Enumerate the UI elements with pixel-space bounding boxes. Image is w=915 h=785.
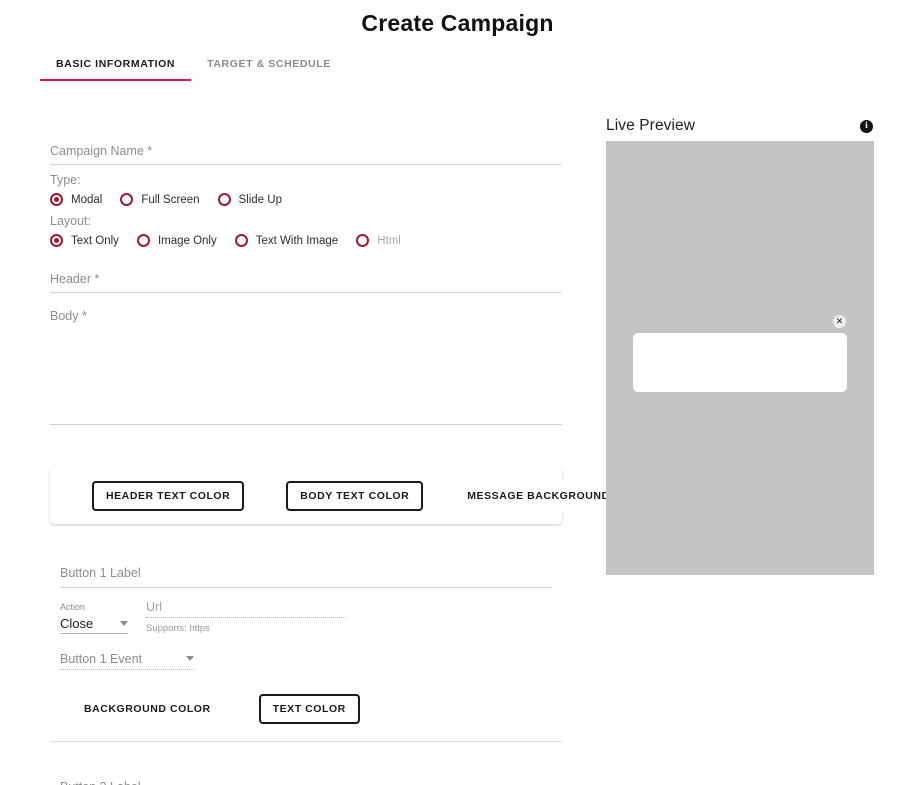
radio-empty-icon [136, 234, 150, 247]
campaign-form-column: BASIC INFORMATION TARGET & SCHEDULE Camp… [0, 36, 668, 785]
body-placeholder: Body * [50, 309, 87, 323]
button-1-url-hint: Supports: https [146, 623, 210, 634]
header-text-color-button[interactable]: HEADER TEXT COLOR [92, 480, 245, 511]
layout-radio-text-with-image-label: Text With Image [255, 234, 339, 247]
button-1-color-row: BACKGROUND COLOR TEXT COLOR [60, 694, 552, 724]
campaign-name-input[interactable]: Campaign Name * [50, 141, 562, 165]
button-1-action-row: Action Close Url Supports: https [60, 597, 552, 634]
layout-group-label: Layout: [50, 214, 92, 228]
tab-bar: BASIC INFORMATION TARGET & SCHEDULE [40, 58, 347, 81]
layout-radio-group: Text Only Image Only Text With Image Htm… [50, 234, 562, 247]
preview-modal-card [633, 333, 847, 392]
tab-basic-information[interactable]: BASIC INFORMATION [40, 58, 192, 81]
layout-radio-text-only[interactable]: Text Only [50, 234, 119, 247]
button-1-text-color-button[interactable]: TEXT COLOR [258, 694, 360, 724]
campaign-name-placeholder: Campaign Name * [50, 144, 153, 158]
radio-empty-icon [356, 234, 370, 247]
button-1-action-value: Close [60, 615, 94, 631]
button-1-action-label: Action [60, 602, 86, 612]
radio-filled-icon [50, 193, 63, 206]
layout-radio-image-only[interactable]: Image Only [136, 234, 217, 247]
type-radio-modal[interactable]: Modal [50, 193, 102, 206]
live-preview-stage: ✕ [606, 141, 874, 575]
tab-target-and-schedule[interactable]: TARGET & SCHEDULE [191, 58, 347, 81]
radio-empty-icon [217, 193, 231, 206]
body-text-color-button[interactable]: BODY TEXT COLOR [286, 480, 424, 511]
section-divider [50, 741, 562, 742]
type-radio-slide-up-label: Slide Up [238, 193, 282, 206]
tab-basic-information-label: BASIC INFORMATION [56, 58, 176, 70]
type-radio-group: Modal Full Screen Slide Up [50, 193, 562, 206]
button-1-event-placeholder: Button 1 Event [60, 651, 143, 666]
type-group-label: Type: [50, 173, 81, 187]
page-title: Create Campaign [361, 10, 554, 36]
type-radio-slide-up[interactable]: Slide Up [217, 193, 282, 206]
button-1-section: Button 1 Label Action Close Url Supports… [60, 562, 552, 724]
close-icon[interactable]: ✕ [833, 315, 846, 328]
chevron-down-icon [120, 620, 128, 626]
message-color-card: HEADER TEXT COLOR BODY TEXT COLOR MESSAG… [50, 467, 668, 524]
button-2-label-input[interactable]: Button 2 Label [60, 776, 552, 785]
main-layout: BASIC INFORMATION TARGET & SCHEDULE Camp… [0, 36, 915, 785]
button-1-action-select-wrap: Action Close [60, 601, 128, 634]
button-2-section: Button 2 Label Action [60, 776, 552, 785]
layout-radio-html[interactable]: Html [356, 234, 401, 247]
button-1-url-wrap: Url Supports: https [146, 597, 346, 634]
live-preview-header: Live Preview i [606, 114, 886, 138]
body-textarea[interactable]: Body * [50, 309, 562, 425]
header-placeholder: Header * [50, 272, 100, 286]
type-radio-full-screen[interactable]: Full Screen [120, 193, 200, 206]
type-radio-full-screen-label: Full Screen [141, 193, 200, 206]
tab-target-and-schedule-label: TARGET & SCHEDULE [207, 58, 331, 70]
radio-empty-icon [234, 234, 248, 247]
header-input[interactable]: Header * [50, 269, 562, 293]
radio-filled-icon [50, 234, 63, 247]
button-1-action-select[interactable]: Close [60, 613, 128, 634]
button-2-label-placeholder: Button 2 Label [60, 780, 141, 785]
layout-radio-html-label: Html [377, 234, 401, 247]
live-preview-column: Live Preview i ✕ [606, 36, 886, 575]
form-fields: Campaign Name * Type: Modal Full Screen … [50, 141, 562, 425]
info-icon[interactable]: i [860, 119, 873, 133]
button-1-background-color-button[interactable]: BACKGROUND COLOR [70, 694, 225, 724]
button-1-label-input[interactable]: Button 1 Label [60, 562, 552, 588]
layout-radio-text-only-label: Text Only [71, 234, 119, 247]
button-1-label-placeholder: Button 1 Label [60, 566, 141, 580]
button-1-url-placeholder: Url [146, 600, 162, 614]
radio-empty-icon [120, 193, 134, 206]
type-radio-modal-label: Modal [71, 193, 103, 206]
layout-radio-image-only-label: Image Only [157, 234, 217, 247]
chevron-down-icon [186, 656, 194, 661]
button-1-url-input[interactable]: Url [146, 597, 346, 618]
live-preview-title: Live Preview [606, 117, 696, 134]
layout-radio-text-with-image[interactable]: Text With Image [234, 234, 339, 247]
button-1-event-select[interactable]: Button 1 Event [60, 648, 194, 670]
